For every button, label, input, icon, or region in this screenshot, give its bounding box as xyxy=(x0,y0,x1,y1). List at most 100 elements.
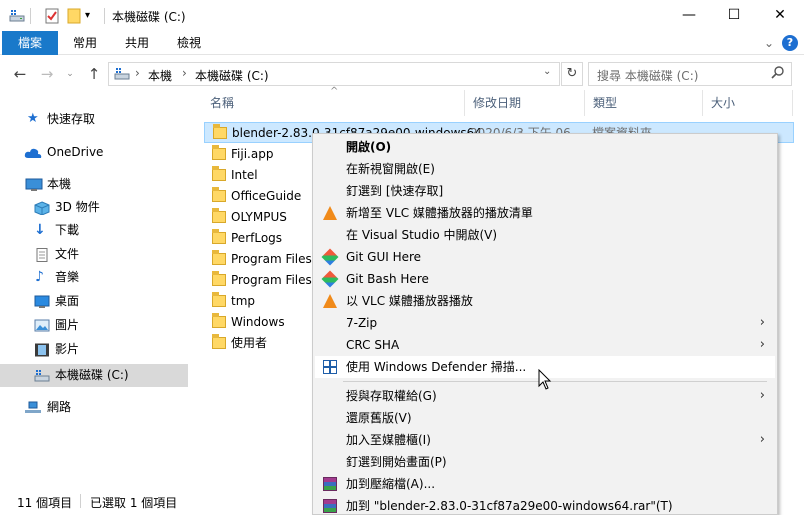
menu-item-pin-start[interactable]: 釘選到開始畫面(P) xyxy=(315,451,775,473)
quick-access-drive-icon[interactable] xyxy=(8,7,26,25)
nav-item-onedrive[interactable]: OneDrive xyxy=(0,141,188,163)
nav-label: 快速存取 xyxy=(47,112,96,126)
properties-icon[interactable] xyxy=(43,7,61,25)
tab-home[interactable]: 常用 xyxy=(62,31,108,55)
menu-item-vlc-add-playlist[interactable]: 新增至 VLC 媒體播放器的播放清單 xyxy=(315,202,775,224)
menu-item-open-visual-studio[interactable]: 在 Visual Studio 中開啟(V) xyxy=(315,224,775,246)
vlc-icon xyxy=(322,205,338,221)
column-header-name[interactable]: 名稱 xyxy=(202,90,465,116)
navigation-pane: ★ 快速存取 OneDrive 本機 3D 物件 ↓ 下載 文件 ♪ 音樂 桌面… xyxy=(0,90,190,487)
column-header-size[interactable]: 大小 xyxy=(703,90,793,116)
search-placeholder: 搜尋 本機磁碟 (C:) xyxy=(597,69,699,83)
back-arrow-icon[interactable]: ← xyxy=(10,64,30,84)
menu-item-add-archive[interactable]: 加到壓縮檔(A)... xyxy=(315,473,775,495)
search-icon[interactable] xyxy=(771,65,785,84)
nav-item-network[interactable]: 網路 xyxy=(0,396,188,418)
menu-label: 新增至 VLC 媒體播放器的播放清單 xyxy=(346,206,533,220)
file-name: OfficeGuide xyxy=(231,189,302,203)
up-arrow-icon[interactable]: ↑ xyxy=(84,64,104,84)
new-folder-icon[interactable] xyxy=(65,7,83,25)
help-icon[interactable]: ? xyxy=(782,35,798,51)
cube-icon xyxy=(34,200,50,216)
folder-icon xyxy=(212,187,226,202)
search-input[interactable]: 搜尋 本機磁碟 (C:) xyxy=(588,62,792,86)
column-header-date[interactable]: 修改日期 xyxy=(465,90,585,116)
menu-item-open[interactable]: 開啟(O) xyxy=(315,136,775,158)
breadcrumb-this-pc[interactable]: 本機 xyxy=(148,67,172,84)
address-bar[interactable]: › 本機 › 本機磁碟 (C:) ⌄ xyxy=(108,62,560,86)
menu-label: CRC SHA xyxy=(346,338,400,352)
column-header-type[interactable]: 類型 xyxy=(585,90,703,116)
computer-icon xyxy=(25,177,43,191)
close-button[interactable]: ✕ xyxy=(757,0,803,31)
vlc-icon xyxy=(322,293,338,309)
nav-item-pictures[interactable]: 圖片 xyxy=(0,314,188,336)
folder-icon xyxy=(212,271,226,286)
folder-icon xyxy=(212,166,226,181)
recent-locations-icon[interactable]: ⌄ xyxy=(60,64,80,84)
menu-label: Git Bash Here xyxy=(346,272,429,286)
tab-file[interactable]: 檔案 xyxy=(2,31,58,55)
nav-item-local-disk-c[interactable]: 本機磁碟 (C:) xyxy=(0,364,188,387)
folder-icon xyxy=(212,145,226,160)
nav-label: 文件 xyxy=(55,247,80,261)
customize-toolbar-icon[interactable]: ▾ xyxy=(85,7,103,25)
picture-icon xyxy=(34,318,50,332)
nav-item-videos[interactable]: 影片 xyxy=(0,338,188,360)
menu-item-add-to-rar[interactable]: 加到 "blender-2.83.0-31cf87a29e00-windows6… xyxy=(315,495,775,515)
context-menu: 開啟(O) 在新視窗開啟(E) 釘選到 [快速存取] 新增至 VLC 媒體播放器… xyxy=(312,133,778,515)
menu-item-include-library[interactable]: 加入至媒體櫃(I) › xyxy=(315,429,775,451)
menu-item-restore-versions[interactable]: 還原舊版(V) xyxy=(315,407,775,429)
chevron-down-icon[interactable]: ⌄ xyxy=(760,31,778,55)
git-icon xyxy=(321,248,339,266)
breadcrumb-drive-c[interactable]: 本機磁碟 (C:) xyxy=(195,67,269,84)
menu-item-7zip[interactable]: 7-Zip › xyxy=(315,312,775,334)
menu-item-git-gui[interactable]: Git GUI Here xyxy=(315,246,775,268)
tab-share[interactable]: 共用 xyxy=(114,31,160,55)
nav-item-this-pc[interactable]: 本機 xyxy=(0,173,188,195)
menu-label: 7-Zip xyxy=(346,316,378,330)
nav-item-documents[interactable]: 文件 xyxy=(0,243,188,265)
nav-item-3d-objects[interactable]: 3D 物件 xyxy=(0,196,188,218)
document-icon xyxy=(35,247,51,262)
maximize-button[interactable]: ☐ xyxy=(711,0,757,31)
status-divider xyxy=(80,494,81,508)
breadcrumb-separator: › xyxy=(182,66,187,80)
defender-icon xyxy=(322,359,338,375)
nav-item-downloads[interactable]: ↓ 下載 xyxy=(0,219,188,241)
mouse-cursor-icon xyxy=(538,369,552,390)
forward-arrow-icon[interactable]: → xyxy=(37,64,57,84)
menu-item-pin-quick-access[interactable]: 釘選到 [快速存取] xyxy=(315,180,775,202)
music-icon: ♪ xyxy=(35,269,44,285)
nav-label: 音樂 xyxy=(55,270,80,284)
menu-label: 開啟(O) xyxy=(346,140,392,154)
folder-icon xyxy=(212,334,226,349)
file-name: Intel xyxy=(231,168,258,182)
menu-label: 在 Visual Studio 中開啟(V) xyxy=(346,228,498,242)
minimize-button[interactable]: — xyxy=(666,0,712,31)
tab-view[interactable]: 檢視 xyxy=(166,31,212,55)
refresh-icon[interactable]: ↻ xyxy=(561,62,583,86)
menu-item-crc-sha[interactable]: CRC SHA › xyxy=(315,334,775,356)
submenu-arrow-icon: › xyxy=(759,432,765,447)
menu-label: 釘選到開始畫面(P) xyxy=(346,455,447,469)
menu-label: 釘選到 [快速存取] xyxy=(346,184,444,198)
file-name: Program Files xyxy=(231,252,312,266)
download-icon: ↓ xyxy=(34,222,46,238)
submenu-arrow-icon: › xyxy=(759,388,765,403)
menu-label: 授與存取權給(G) xyxy=(346,389,437,403)
nav-item-quick-access[interactable]: ★ 快速存取 xyxy=(0,108,188,130)
menu-item-open-new-window[interactable]: 在新視窗開啟(E) xyxy=(315,158,775,180)
file-name: OLYMPUS xyxy=(231,210,287,224)
menu-label: 加入至媒體櫃(I) xyxy=(346,433,431,447)
menu-item-vlc-play[interactable]: 以 VLC 媒體播放器播放 xyxy=(315,290,775,312)
winrar-icon xyxy=(322,476,338,492)
menu-label: 使用 Windows Defender 掃描... xyxy=(346,360,527,374)
folder-icon xyxy=(212,229,226,244)
nav-item-music[interactable]: ♪ 音樂 xyxy=(0,266,188,288)
menu-item-git-bash[interactable]: Git Bash Here xyxy=(315,268,775,290)
address-dropdown-icon[interactable]: ⌄ xyxy=(543,66,551,77)
menu-label: 加到 "blender-2.83.0-31cf87a29e00-windows6… xyxy=(346,499,673,513)
nav-item-desktop[interactable]: 桌面 xyxy=(0,290,188,312)
file-name: PerfLogs xyxy=(231,231,283,245)
